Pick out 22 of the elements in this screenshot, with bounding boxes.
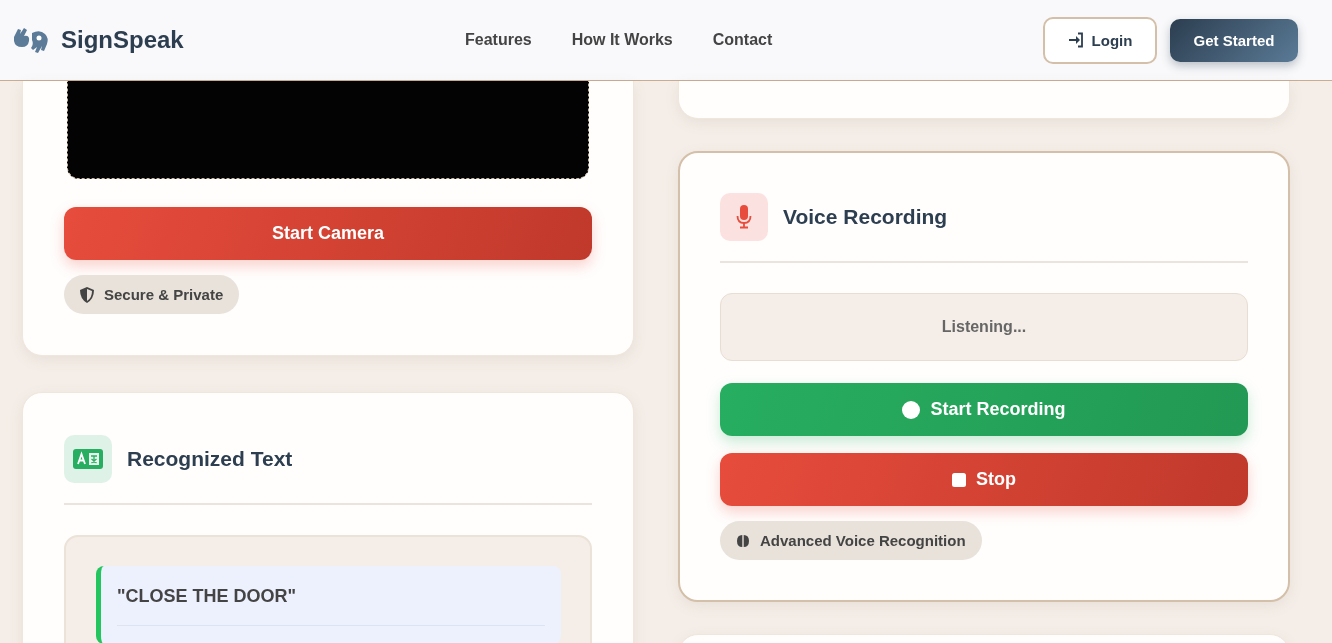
stop-button[interactable]: Stop	[720, 453, 1248, 506]
nav-link[interactable]: Features	[465, 31, 532, 49]
badge-label: Secure & Private	[104, 286, 224, 303]
translate-icon	[64, 435, 112, 483]
get-started-button[interactable]: Get Started	[1170, 18, 1298, 62]
shield-icon	[80, 286, 94, 303]
brain-icon	[736, 533, 750, 548]
badge-label: Advanced Voice Recognition	[760, 532, 966, 549]
nav-link[interactable]: Contact	[712, 31, 773, 49]
card-title: Recognized Text	[127, 447, 293, 471]
status-display: Listening...	[720, 293, 1248, 361]
start-camera-button[interactable]: Start Camera	[64, 207, 592, 260]
nav-link[interactable]: How It Works	[571, 31, 673, 49]
hands-logo-icon	[12, 25, 50, 55]
card-title: Voice Recording	[783, 205, 948, 229]
microphone-icon	[720, 193, 768, 241]
login-icon	[1067, 32, 1084, 48]
brand-name: SignSpeak	[61, 26, 184, 54]
record-icon	[902, 400, 921, 419]
result-text: "CLOSE THE DOOR"	[117, 586, 545, 626]
stop-icon	[952, 472, 966, 487]
login-button[interactable]: Login	[1043, 16, 1157, 64]
